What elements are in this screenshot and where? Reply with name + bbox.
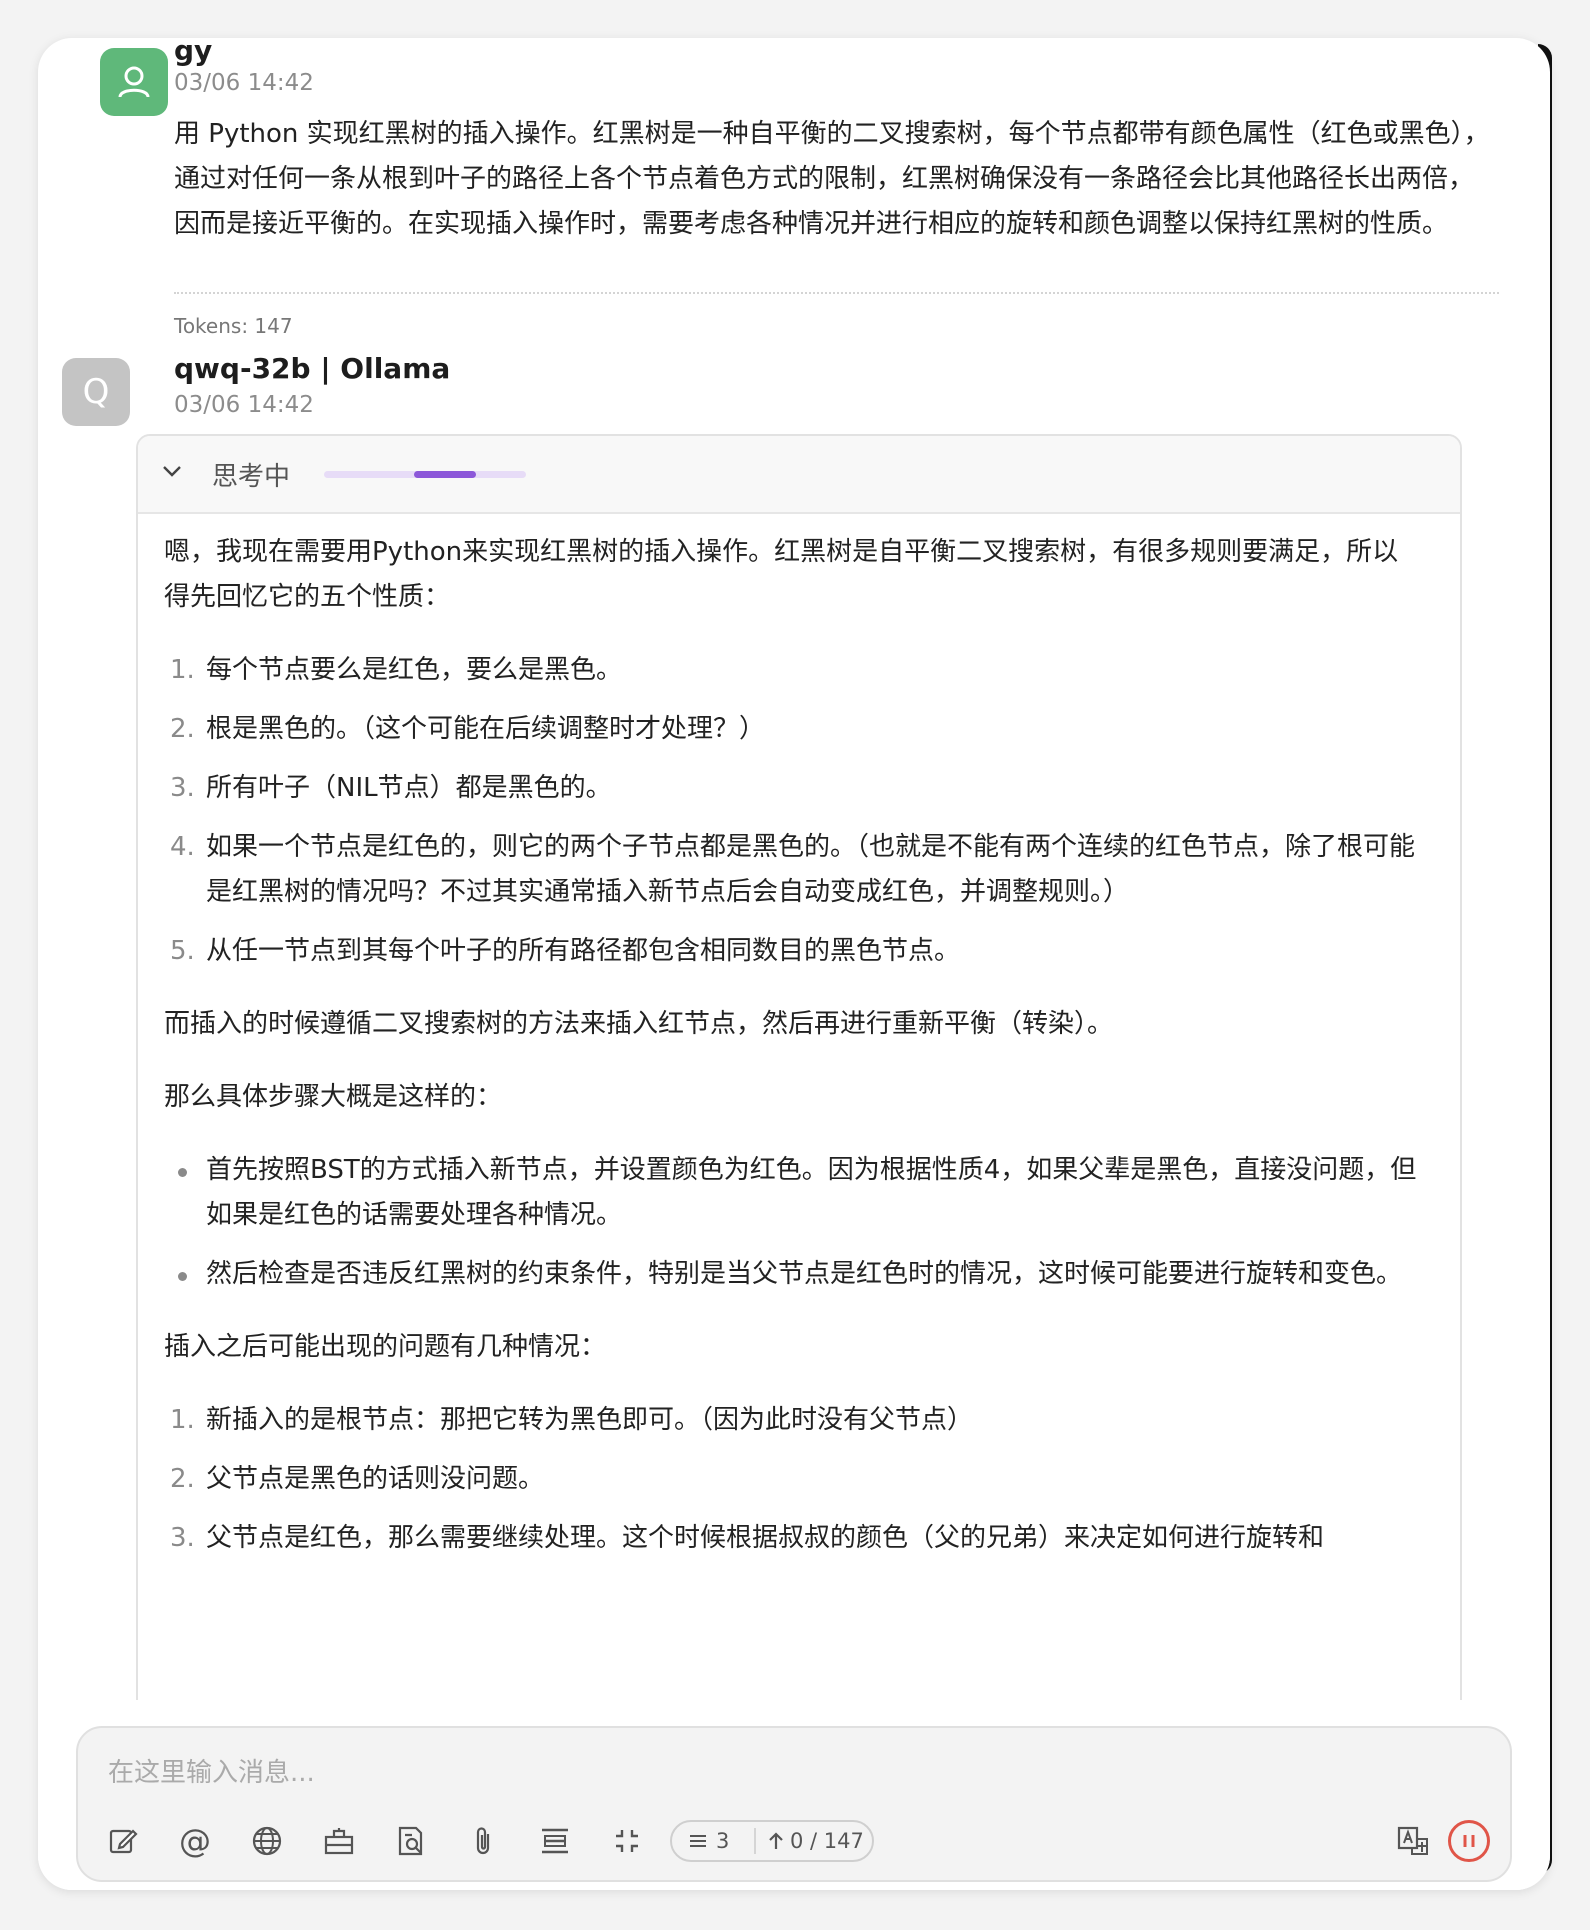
cases-list: 1. 新插入的是根节点：那把它转为黑色即可。（因为此时没有父节点） 2. 父节点是黑… (164, 1398, 1424, 1561)
list-item: 3. 所有叶子（NIL节点）都是黑色的。 (170, 773, 612, 803)
bot-avatar[interactable]: Q (62, 358, 130, 426)
thinking-header[interactable]: 思考中 (138, 436, 1460, 514)
user-name: gy (174, 38, 213, 67)
user-timestamp: 03/06 14:42 (174, 70, 314, 96)
chevron-down-icon[interactable] (162, 464, 182, 478)
thinking-label: 思考中 (212, 462, 291, 492)
chat-window: gy 03/06 14:42 用 Python 实现红黑树的插入操作。红黑树是一… (38, 38, 1550, 1890)
thinking-progress-bar (324, 471, 526, 478)
context-count[interactable]: 3 (672, 1828, 756, 1854)
knowledge-base-icon[interactable] (318, 1820, 360, 1862)
list-icon (690, 1835, 706, 1847)
steps-list: 首先按照BST的方式插入新节点，并设置颜色为红色。因为根据性质4，如果父辈是黑色… (164, 1148, 1424, 1297)
message-input[interactable]: 在这里输入消息... (108, 1752, 315, 1789)
edit-icon[interactable] (102, 1820, 144, 1862)
thinking-panel: 思考中 嗯，我现在需要用Python来实现红黑树的插入操作。红黑树是自平衡二叉搜… (136, 434, 1462, 1838)
globe-icon[interactable] (246, 1820, 288, 1862)
list-item: 1. 新插入的是根节点：那把它转为黑色即可。（因为此时没有父节点） (170, 1405, 974, 1435)
message-composer: 在这里输入消息... @ 3 0 / 147 (76, 1726, 1512, 1882)
thinking-paragraph: 那么具体步骤大概是这样的： (164, 1082, 503, 1112)
list-item: 5. 从任一节点到其每个叶子的所有路径都包含相同数目的黑色节点。 (170, 936, 961, 966)
collapse-icon[interactable] (534, 1820, 576, 1862)
token-counter[interactable]: 0 / 147 (756, 1829, 864, 1853)
attachment-icon[interactable] (462, 1820, 504, 1862)
user-avatar[interactable] (100, 48, 168, 116)
thinking-intro: 嗯，我现在需要用Python来实现红黑树的插入操作。红黑树是自平衡二叉搜索树，有… (164, 537, 1399, 612)
token-count: Tokens: 147 (174, 314, 293, 338)
properties-list: 1. 每个节点要么是红色，要么是黑色。 2. 根是黑色的。（这个可能在后续调整时才处… (164, 648, 1424, 974)
context-token-pill[interactable]: 3 0 / 147 (670, 1820, 874, 1862)
at-icon[interactable]: @ (174, 1820, 216, 1862)
translate-icon[interactable] (1392, 1820, 1434, 1862)
list-item: 然后检查是否违反红黑树的约束条件，特别是当父节点是红色时的情况，这时候可能要进行… (164, 1252, 1424, 1297)
thinking-progress-fill (413, 471, 476, 478)
user-message-text: 用 Python 实现红黑树的插入操作。红黑树是一种自平衡的二叉搜索树，每个节点… (174, 119, 1490, 239)
arrow-up-icon (769, 1832, 783, 1849)
composer-toolbar: @ 3 0 / 147 (102, 1820, 1492, 1864)
list-item: 4. 如果一个节点是红色的，则它的两个子节点都是黑色的。（也就是不能有两个连续的红… (170, 832, 1416, 907)
fullscreen-icon[interactable] (606, 1820, 648, 1862)
bot-timestamp: 03/06 14:42 (174, 392, 314, 418)
list-item: 2. 父节点是黑色的话则没问题。 (170, 1464, 545, 1494)
bot-avatar-letter: Q (82, 372, 110, 412)
thinking-content: 嗯，我现在需要用Python来实现红黑树的插入操作。红黑树是自平衡二叉搜索树，有… (164, 530, 1424, 1589)
list-item: 1. 每个节点要么是红色，要么是黑色。 (170, 655, 623, 685)
list-item: 2. 根是黑色的。（这个可能在后续调整时才处理？） (170, 714, 766, 744)
list-item: 首先按照BST的方式插入新节点，并设置颜色为红色。因为根据性质4，如果父辈是黑色… (164, 1148, 1424, 1238)
list-item: 3. 父节点是红色，那么需要继续处理。这个时候根据叔叔的颜色（父的兄弟）来决定如何… (170, 1523, 1325, 1553)
user-icon (118, 66, 150, 98)
bot-name: qwq-32b | Ollama (174, 352, 451, 385)
thinking-paragraph: 插入之后可能出现的问题有几种情况： (164, 1332, 607, 1362)
web-search-icon[interactable] (390, 1820, 432, 1862)
message-divider (174, 292, 1499, 294)
thinking-paragraph: 而插入的时候遵循二叉搜索树的方法来插入红节点，然后再进行重新平衡（转染）。 (164, 1009, 1114, 1039)
stop-icon[interactable] (1448, 1820, 1490, 1862)
